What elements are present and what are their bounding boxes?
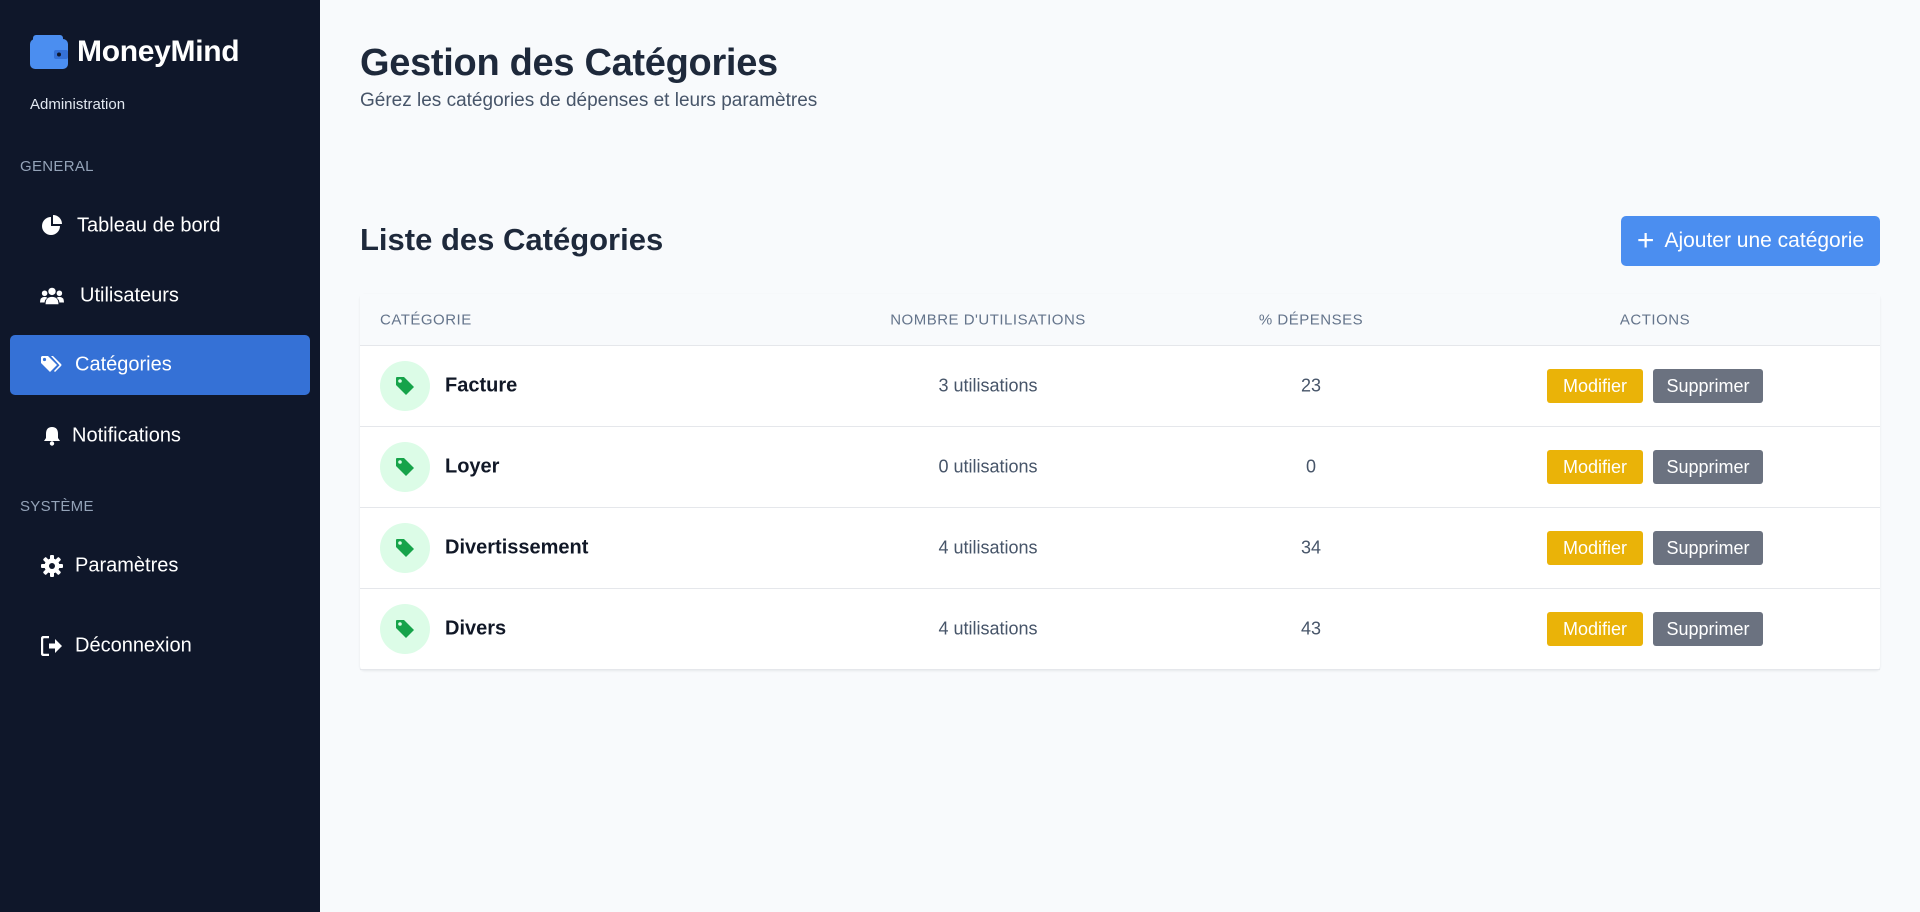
sidebar-item-dashboard[interactable]: Tableau de bord [10,196,310,256]
brand-name: MoneyMind [77,35,240,68]
sidebar-item-label: Déconnexion [75,634,192,657]
sidebar-item-notifications[interactable]: Notifications [10,406,310,466]
category-name: Divers [445,617,507,640]
list-title: Liste des Catégories [360,222,664,257]
brand[interactable]: MoneyMind [30,35,240,69]
table-header: CATÉGORIE NOMBRE D'UTILISATIONS % DÉPENS… [360,294,1880,346]
gear-icon [40,554,64,578]
delete-button[interactable]: Supprimer [1653,531,1763,565]
section-label-general: GENERAL [20,158,94,175]
add-category-label: Ajouter une catégorie [1664,229,1865,252]
edit-button[interactable]: Modifier [1547,369,1643,403]
add-category-button[interactable]: + Ajouter une catégorie [1621,216,1880,266]
tag-icon [380,442,430,492]
expense-percent: 43 [1300,618,1322,639]
category-name: Loyer [445,455,500,478]
sidebar-item-users[interactable]: Utilisateurs [10,266,310,326]
edit-button[interactable]: Modifier [1547,531,1643,565]
pie-chart-icon [40,214,64,238]
sidebar-item-label: Paramètres [75,554,179,577]
usage-count: 0 utilisations [938,456,1038,477]
expense-percent: 34 [1300,537,1322,558]
table-row: Loyer 0 utilisations 0 Modifier Supprime… [360,427,1880,508]
column-header-category: CATÉGORIE [380,311,472,328]
usage-count: 4 utilisations [938,537,1038,558]
categories-table: CATÉGORIE NOMBRE D'UTILISATIONS % DÉPENS… [360,294,1880,670]
sidebar-item-label: Catégories [75,353,172,376]
table-row: Divers 4 utilisations 43 Modifier Suppri… [360,589,1880,670]
table-body: Facture 3 utilisations 23 Modifier Suppr… [360,346,1880,670]
delete-button[interactable]: Supprimer [1653,369,1763,403]
sidebar-item-label: Tableau de bord [77,214,221,237]
usage-count: 3 utilisations [938,375,1038,396]
edit-button[interactable]: Modifier [1547,612,1643,646]
logout-icon [40,634,64,658]
category-name: Divertissement [445,536,589,559]
sidebar: MoneyMind Administration GENERAL Tableau… [0,0,320,912]
tags-icon [40,353,64,377]
bell-icon [40,424,64,448]
tag-icon [380,361,430,411]
page-subtitle: Gérez les catégories de dépenses et leur… [360,90,818,111]
tag-icon [380,604,430,654]
column-header-usage: NOMBRE D'UTILISATIONS [890,311,1086,328]
sidebar-item-label: Notifications [72,424,181,447]
section-label-system: SYSTÈME [20,498,94,515]
tag-icon [380,523,430,573]
table-row: Facture 3 utilisations 23 Modifier Suppr… [360,346,1880,427]
sidebar-item-settings[interactable]: Paramètres [10,536,310,596]
category-name: Facture [445,374,518,397]
column-header-percent: % DÉPENSES [1258,311,1364,328]
usage-count: 4 utilisations [938,618,1038,639]
users-icon [40,284,64,308]
expense-percent: 23 [1300,375,1322,396]
table-row: Divertissement 4 utilisations 34 Modifie… [360,508,1880,589]
main-content: Gestion des Catégories Gérez les catégor… [320,0,1920,912]
plus-icon: + [1636,224,1655,257]
delete-button[interactable]: Supprimer [1653,612,1763,646]
sidebar-item-label: Utilisateurs [80,284,179,307]
page-title: Gestion des Catégories [360,42,778,84]
expense-percent: 0 [1305,456,1317,477]
wallet-icon [30,35,68,69]
column-header-actions: ACTIONS [1619,311,1691,328]
brand-subtitle: Administration [30,96,126,113]
edit-button[interactable]: Modifier [1547,450,1643,484]
delete-button[interactable]: Supprimer [1653,450,1763,484]
sidebar-item-logout[interactable]: Déconnexion [10,616,310,676]
sidebar-item-categories[interactable]: Catégories [10,335,310,395]
